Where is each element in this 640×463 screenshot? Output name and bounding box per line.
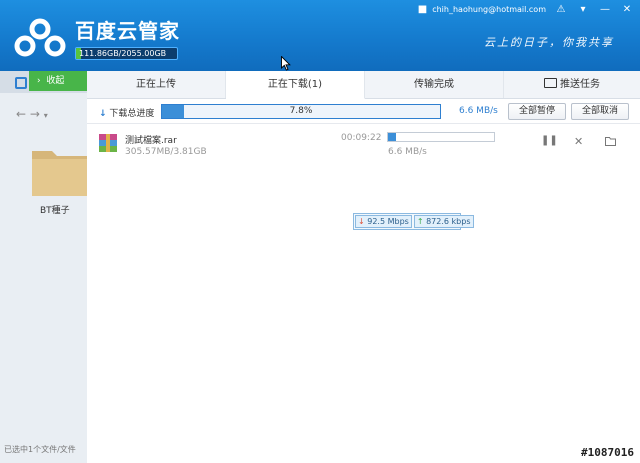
tab-completed[interactable]: 传输完成 — [365, 71, 504, 98]
menu-icon[interactable]: ▾ — [576, 4, 590, 15]
collapse-button[interactable]: › 收起 — [29, 71, 87, 91]
close-icon[interactable]: ✕ — [620, 4, 634, 15]
up-rate-icon: ↑ — [416, 217, 424, 226]
task-speed: 6.6 MB/s — [388, 147, 427, 157]
avatar-icon[interactable]: ■ — [418, 4, 427, 15]
push-icon — [544, 78, 557, 88]
transfer-tabs: 正在上传 正在下载(1) 传输完成 推送任务 — [87, 71, 640, 99]
download-task-row[interactable]: 测試檔案.rar 305.57MB/3.81GB 00:09:22 6.6 MB… — [87, 125, 640, 163]
rar-file-icon — [99, 134, 117, 152]
file-name: 测試檔案.rar — [125, 136, 177, 146]
download-rate: ↓ 92.5 Mbps — [355, 215, 412, 228]
watermark: #1087016 — [581, 446, 634, 459]
upload-rate: ↑ 872.6 kbps — [413, 215, 474, 228]
total-progress-text: 7.8% — [289, 106, 313, 116]
total-speed: 6.6 MB/s — [459, 106, 498, 116]
user-email[interactable]: chih_haohung@hotmail.com — [432, 5, 546, 14]
dropdown-icon[interactable]: ▾ — [44, 111, 48, 120]
title-bar: 百度云管家 111.86GB/2055.00GB ■ chih_haohung@… — [0, 0, 640, 71]
tab-uploading[interactable]: 正在上传 — [87, 71, 226, 98]
quota-bar: 111.86GB/2055.00GB — [75, 47, 178, 60]
remaining-time: 00:09:22 — [341, 133, 382, 143]
user-area: ■ chih_haohung@hotmail.com ⚠ ▾ — ✕ — [418, 0, 640, 18]
tab-downloading[interactable]: 正在下载(1) — [226, 71, 365, 99]
summary-label-text: 下载总进度 — [109, 109, 155, 119]
tab-push-label: 推送任务 — [560, 79, 600, 90]
collapse-label: 收起 — [46, 76, 65, 86]
download-rate-text: 92.5 Mbps — [367, 217, 409, 226]
forward-icon[interactable]: → — [30, 107, 40, 121]
selection-status: 已选中1个文件/文件 — [4, 445, 76, 454]
back-icon[interactable]: ← — [16, 107, 26, 121]
cancel-all-button[interactable]: 全部取消 — [571, 103, 629, 120]
task-progress-bar — [387, 132, 495, 142]
cancel-icon[interactable]: ✕ — [574, 135, 583, 148]
slogan: 云上的日子，你我共享 — [484, 36, 614, 49]
transfer-panel: 正在上传 正在下载(1) 传输完成 推送任务 ↓ 下载总进度 7.8% 6.6 … — [87, 71, 640, 463]
chevron-right-icon: › — [37, 76, 47, 86]
task-progress-fill — [388, 133, 397, 141]
app-title: 百度云管家 — [75, 19, 180, 43]
network-speed-badge: ↓ 92.5 Mbps ↑ 872.6 kbps — [353, 213, 474, 230]
upload-icon[interactable] — [15, 77, 27, 89]
nav-arrows: ← → ▾ — [16, 107, 48, 121]
file-size: 305.57MB/3.81GB — [125, 147, 207, 157]
download-summary: ↓ 下载总进度 7.8% 6.6 MB/s 全部暂停 全部取消 — [87, 100, 640, 124]
summary-label: ↓ 下载总进度 — [99, 106, 154, 119]
down-rate-icon: ↓ — [358, 217, 365, 226]
baidu-cloud-logo-icon — [14, 18, 66, 57]
tab-push-tasks[interactable]: 推送任务 — [504, 71, 640, 98]
open-folder-icon[interactable] — [605, 137, 616, 146]
notification-icon[interactable]: ⚠ — [554, 4, 568, 15]
quota-text: 111.86GB/2055.00GB — [79, 49, 167, 58]
pause-icon[interactable]: ❚❚ — [541, 135, 558, 146]
upload-rate-text: 872.6 kbps — [426, 217, 471, 226]
download-arrow-icon: ↓ — [99, 109, 107, 119]
folder-icon[interactable] — [30, 145, 88, 197]
folder-label[interactable]: BT種子 — [40, 203, 70, 216]
total-progress-bar: 7.8% — [161, 104, 441, 119]
pause-all-button[interactable]: 全部暂停 — [508, 103, 566, 120]
file-browser-panel: › 收起 ← → ▾ BT種子 已选中1个文件/文件 — [0, 71, 88, 463]
minimize-icon[interactable]: — — [598, 4, 612, 15]
mouse-cursor-icon — [281, 56, 291, 71]
